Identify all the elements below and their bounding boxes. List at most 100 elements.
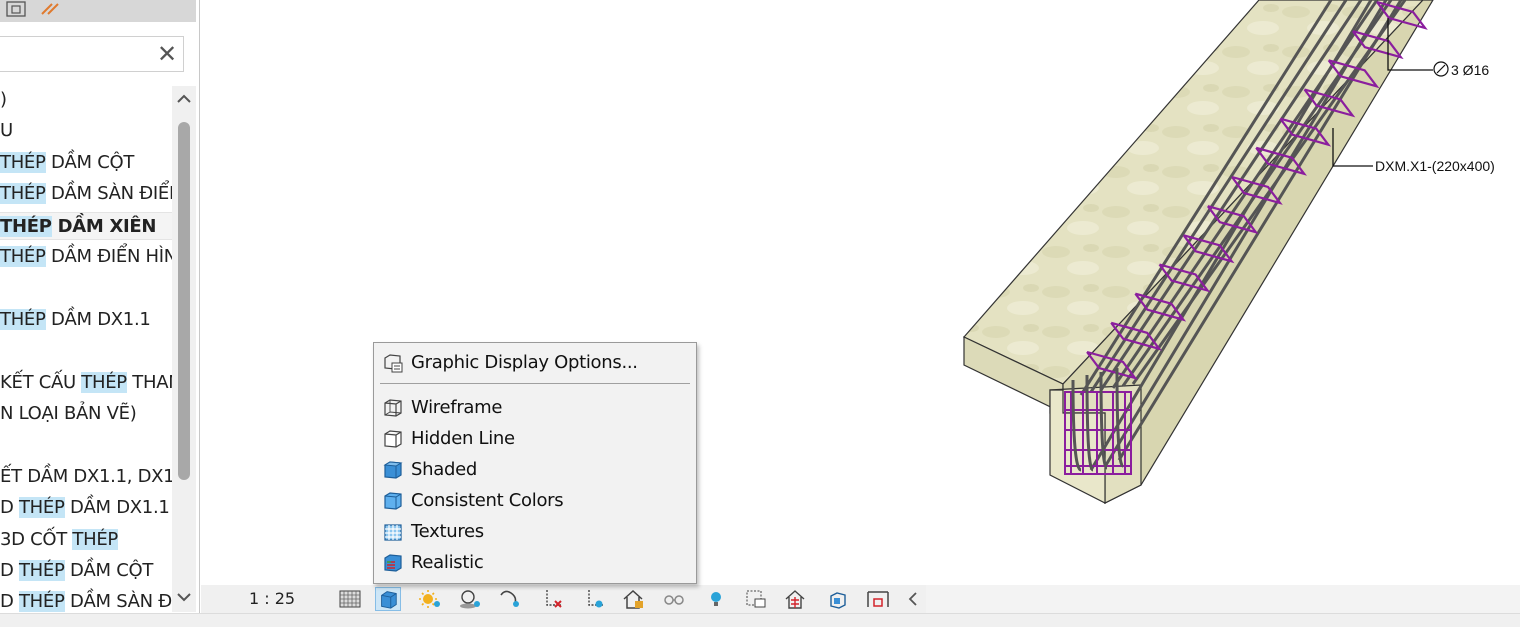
tree-item-text: THAN	[132, 371, 172, 393]
tree-item[interactable]: 3D CỐT THÉP	[0, 526, 172, 554]
project-browser: ✕ ) U THÉP DẦM CỘT THÉP DẦM SÀN ĐIỂN THÉP D…	[0, 0, 200, 627]
search-match-highlight: THÉP	[81, 371, 127, 393]
search-match-highlight: THÉP	[0, 246, 46, 267]
search-match-highlight: THÉP	[0, 151, 46, 173]
unlocked-3d-view-icon[interactable]	[621, 587, 647, 611]
tree-item-text: 3D CỐT	[0, 528, 73, 550]
view-scale[interactable]: 1 : 25	[249, 589, 295, 608]
rebar-tag-label: 3 Ø16	[1451, 62, 1489, 78]
tree-item[interactable]: N LOẠI BẢN VẼ)	[0, 400, 172, 428]
tree-item[interactable]: THÉP DẦM XIÊN	[0, 211, 172, 240]
menu-label: Shaded	[411, 459, 477, 480]
tree-item-text: D	[0, 560, 19, 581]
tree-item-text: DẦM XIÊN	[51, 215, 157, 237]
search-match-highlight: THÉP	[18, 560, 65, 581]
sun-path-icon[interactable]	[417, 587, 443, 611]
menu-item-wireframe[interactable]: Wireframe	[378, 393, 692, 423]
visual-style-menu: Graphic Display Options... Wireframe Hid…	[373, 342, 697, 584]
tree-item-text: DẦM DX1.1	[64, 497, 170, 519]
worksharing-display-icon[interactable]	[783, 587, 809, 611]
hidden-line-icon	[384, 430, 402, 448]
tree-item-text: DẦM DX1.1	[45, 308, 151, 330]
scroll-down-icon[interactable]	[172, 584, 196, 612]
tree-item[interactable]: D THÉP DẦM CỘT	[0, 557, 172, 585]
menu-item-textures[interactable]: Textures	[378, 517, 692, 547]
menu-label: Hidden Line	[411, 428, 515, 449]
tree-item[interactable]: THÉP DẦM DX1.1	[0, 306, 172, 334]
menu-separator	[380, 383, 690, 384]
menu-item-consistent-colors[interactable]: Consistent Colors	[378, 486, 692, 516]
tree-item-text: DẦM SÀN ĐIỂN	[45, 183, 172, 205]
status-bar	[0, 613, 1520, 627]
search-match-highlight: THÉP	[18, 591, 65, 613]
tree-item-text: )	[0, 89, 7, 110]
tree-item-text: N LOẠI BẢN VẼ)	[0, 403, 137, 424]
search-match-highlight: THÉP	[0, 215, 52, 237]
tree-item-text: DẦM ĐIỂN HÌN	[45, 246, 172, 267]
beam-tag-label: DXM.X1-(220x400)	[1375, 158, 1495, 174]
menu-label: Graphic Display Options...	[411, 352, 638, 373]
realistic-icon	[384, 554, 402, 572]
view-bar-spacer	[926, 585, 1520, 613]
tree-item[interactable]: THÉP DẦM CỘT	[0, 149, 172, 177]
visual-style-icon[interactable]	[375, 587, 401, 611]
tree-item-text: DẦM SÀN Đ	[64, 591, 172, 613]
tree-item-text: D	[0, 591, 19, 613]
menu-label: Textures	[411, 521, 484, 542]
search-match-highlight: THÉP	[18, 497, 65, 519]
tree-item[interactable]: KẾT CẤU THÉP THAN	[0, 369, 172, 397]
tree-item[interactable]: D THÉP DẦM DX1.1	[0, 494, 172, 522]
tree-item-text: U	[0, 120, 13, 142]
menu-label: Consistent Colors	[411, 490, 564, 511]
highlight-displacement-icon[interactable]	[865, 587, 891, 611]
menu-item-shaded[interactable]: Shaded	[378, 455, 692, 485]
tree-item[interactable]: THÉP DẦM ĐIỂN HÌN	[0, 243, 172, 271]
temporary-view-properties-icon[interactable]	[743, 587, 769, 611]
graphic-display-options-icon	[384, 354, 403, 373]
menu-item-realistic[interactable]: Realistic	[378, 548, 692, 578]
tree-item[interactable]	[0, 274, 172, 302]
show-crop-region-icon[interactable]	[581, 587, 607, 611]
menu-label: Realistic	[411, 552, 484, 573]
search-match-highlight: THÉP	[72, 528, 118, 550]
consistent-colors-icon	[384, 492, 402, 510]
detail-level-icon[interactable]	[337, 587, 363, 611]
rebar-tag-symbol	[1433, 61, 1449, 77]
shaded-icon	[383, 461, 403, 479]
menu-item-graphic-display-options[interactable]: Graphic Display Options...	[378, 348, 692, 378]
chevron-left-icon[interactable]	[901, 587, 927, 611]
tree-item[interactable]	[0, 337, 172, 365]
browser-tree: ) U THÉP DẦM CỘT THÉP DẦM SÀN ĐIỂN THÉP DẦM…	[0, 86, 172, 627]
render-icon[interactable]	[497, 587, 523, 611]
view-control-bar: 1 : 25	[201, 585, 1520, 613]
menu-item-hidden-line[interactable]: Hidden Line	[378, 424, 692, 454]
tree-item[interactable]	[0, 431, 172, 459]
tree-item[interactable]: U	[0, 117, 172, 145]
tree-item-text: DẦM CỘT	[45, 151, 135, 173]
temporary-hide-icon[interactable]	[661, 587, 687, 611]
search-match-highlight: THÉP	[0, 183, 46, 205]
menu-label: Wireframe	[411, 397, 503, 418]
browser-toolbar	[0, 0, 196, 22]
search-match-highlight: THÉP	[0, 308, 46, 330]
tree-item[interactable]: )	[0, 86, 172, 114]
crop-view-icon[interactable]	[539, 587, 565, 611]
reveal-hidden-icon[interactable]	[703, 587, 729, 611]
browser-view-icon[interactable]	[4, 0, 30, 18]
scroll-up-icon[interactable]	[172, 86, 196, 114]
shadows-icon[interactable]	[457, 587, 483, 611]
tree-item-text: DẦM CỘT	[64, 560, 154, 581]
tree-item-text: D	[0, 497, 19, 519]
browser-search-input[interactable]: ✕	[0, 36, 184, 72]
tree-item-text: ẾT DẦM DX1.1, DX1.2	[0, 465, 172, 487]
analytical-model-icon[interactable]	[825, 587, 851, 611]
link-icon[interactable]	[38, 0, 64, 18]
tree-item[interactable]: ẾT DẦM DX1.1, DX1.2	[0, 463, 172, 491]
tree-item[interactable]: THÉP DẦM SÀN ĐIỂN	[0, 180, 172, 208]
clear-search-icon[interactable]: ✕	[157, 42, 177, 66]
browser-scrollbar[interactable]	[172, 86, 196, 612]
textures-icon	[384, 524, 402, 541]
tree-item-text: KẾT CẤU	[0, 371, 82, 393]
scroll-thumb[interactable]	[178, 122, 190, 480]
wireframe-icon	[384, 399, 402, 417]
